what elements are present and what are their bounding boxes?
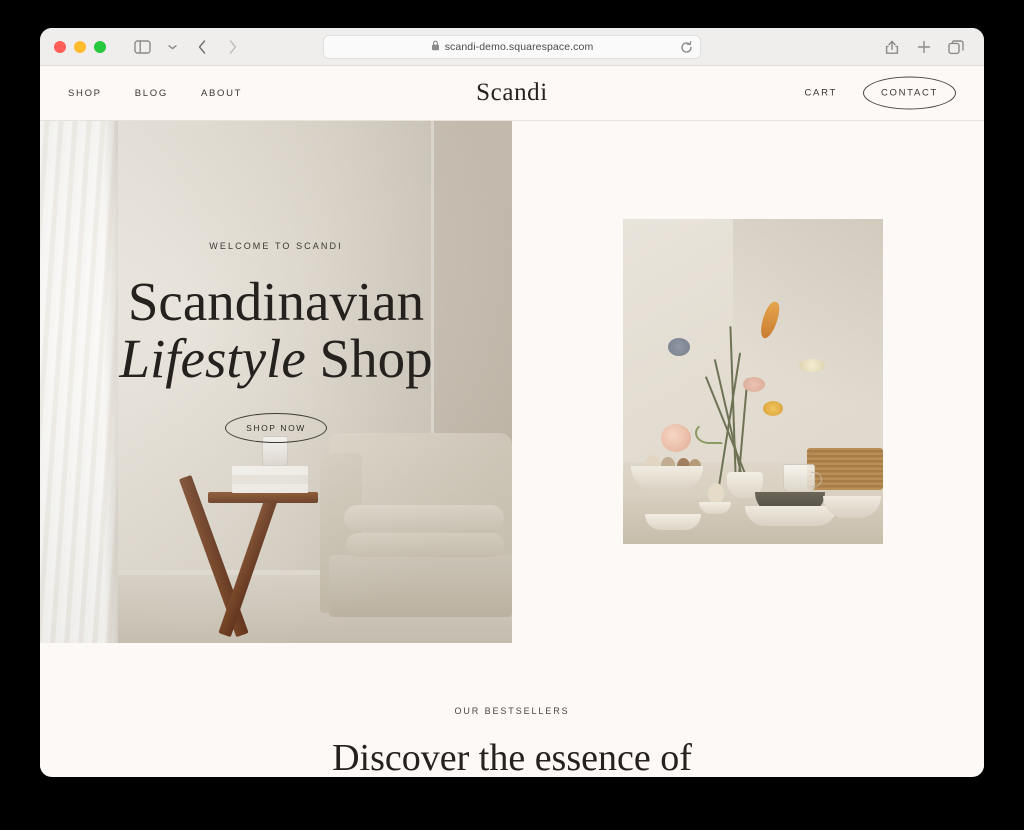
address-bar[interactable]: scandi-demo.squarespace.com	[323, 35, 701, 59]
primary-nav: SHOP BLOG ABOUT	[68, 88, 242, 99]
forward-arrow-icon[interactable]	[218, 34, 246, 60]
page-canvas: WELCOME TO SCANDI Scandinavian Lifestyle…	[40, 121, 984, 776]
browser-toolbar: scandi-demo.squarespace.com	[40, 28, 984, 66]
nav-item-about[interactable]: ABOUT	[201, 88, 242, 99]
browser-window: scandi-demo.squarespace.com SHOP BLOG AB…	[40, 28, 984, 777]
window-controls	[54, 40, 106, 53]
reload-icon[interactable]	[679, 40, 693, 54]
feature-image	[623, 219, 883, 544]
cart-link[interactable]: CART	[805, 88, 838, 99]
sidebar-toggle-icon[interactable]	[128, 34, 156, 60]
chevron-down-icon[interactable]	[158, 34, 186, 60]
lock-icon	[431, 38, 440, 56]
bestsellers-eyebrow: OUR BESTSELLERS	[454, 706, 570, 716]
tab-overview-icon[interactable]	[942, 34, 970, 60]
toolbar-nav-icons	[128, 34, 246, 60]
hero-image	[40, 121, 512, 643]
site-header: SHOP BLOG ABOUT Scandi CART CONTACT	[40, 66, 984, 121]
minimize-window-button[interactable]	[74, 40, 86, 53]
header-right: CART CONTACT	[805, 76, 956, 110]
close-window-button[interactable]	[54, 40, 66, 53]
address-bar-text: scandi-demo.squarespace.com	[444, 41, 594, 53]
plus-icon[interactable]	[910, 34, 938, 60]
nav-item-shop[interactable]: SHOP	[68, 88, 102, 99]
nav-item-blog[interactable]: BLOG	[135, 88, 168, 99]
maximize-window-button[interactable]	[94, 40, 106, 53]
toolbar-right-icons	[878, 34, 970, 60]
share-icon[interactable]	[878, 34, 906, 60]
back-arrow-icon[interactable]	[188, 34, 216, 60]
bestsellers-heading: Discover the essence of	[332, 737, 692, 776]
contact-button[interactable]: CONTACT	[863, 76, 956, 110]
